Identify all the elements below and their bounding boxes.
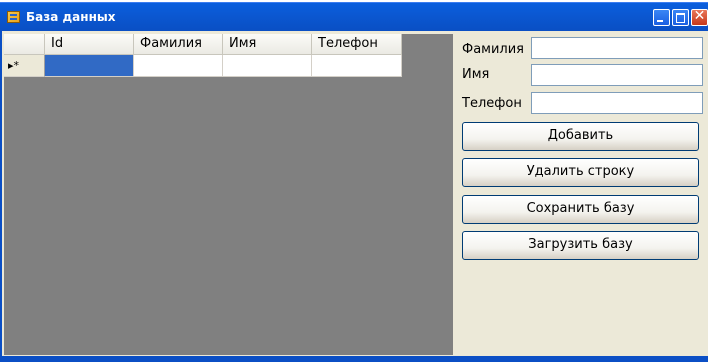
window-left-border [0,31,2,356]
name-label: Имя [462,67,490,82]
data-grid[interactable]: Id Фамилия Имя Телефон ▸* [4,34,453,355]
column-header-name[interactable]: Имя [223,34,312,55]
name-field[interactable] [531,64,703,86]
window-bottom-border [0,356,708,362]
grid-header: Id Фамилия Имя Телефон [4,34,402,55]
cell-name[interactable] [223,55,312,77]
table-row-new[interactable]: ▸* [4,55,402,77]
main-window: База данных ✕ Id Фамилия Имя Телефон ▸* … [0,0,708,362]
phone-label: Телефон [462,96,522,111]
grid-corner-header[interactable] [4,34,45,55]
minimize-icon[interactable] [653,9,670,26]
window-title: База данных [26,10,116,24]
title-bar[interactable]: База данных ✕ [0,2,708,31]
column-header-id[interactable]: Id [45,34,134,55]
cell-phone[interactable] [312,55,402,77]
phone-field[interactable] [531,92,703,114]
maximize-icon[interactable] [672,9,689,26]
delete-row-button[interactable]: Удалить строку [462,158,699,187]
close-icon[interactable]: ✕ [691,8,708,26]
cell-surname[interactable] [134,55,223,77]
database-app-icon [7,11,20,23]
column-header-phone[interactable]: Телефон [312,34,402,55]
cell-id[interactable] [45,55,134,77]
add-button[interactable]: Добавить [462,122,699,151]
row-header-new-marker[interactable]: ▸* [4,55,45,77]
column-header-surname[interactable]: Фамилия [134,34,223,55]
close-glyph: ✕ [693,8,706,24]
surname-field[interactable] [531,37,703,59]
load-database-button[interactable]: Загрузить базу [462,231,699,260]
surname-label: Фамилия [462,42,524,57]
save-database-button[interactable]: Сохранить базу [462,195,699,224]
